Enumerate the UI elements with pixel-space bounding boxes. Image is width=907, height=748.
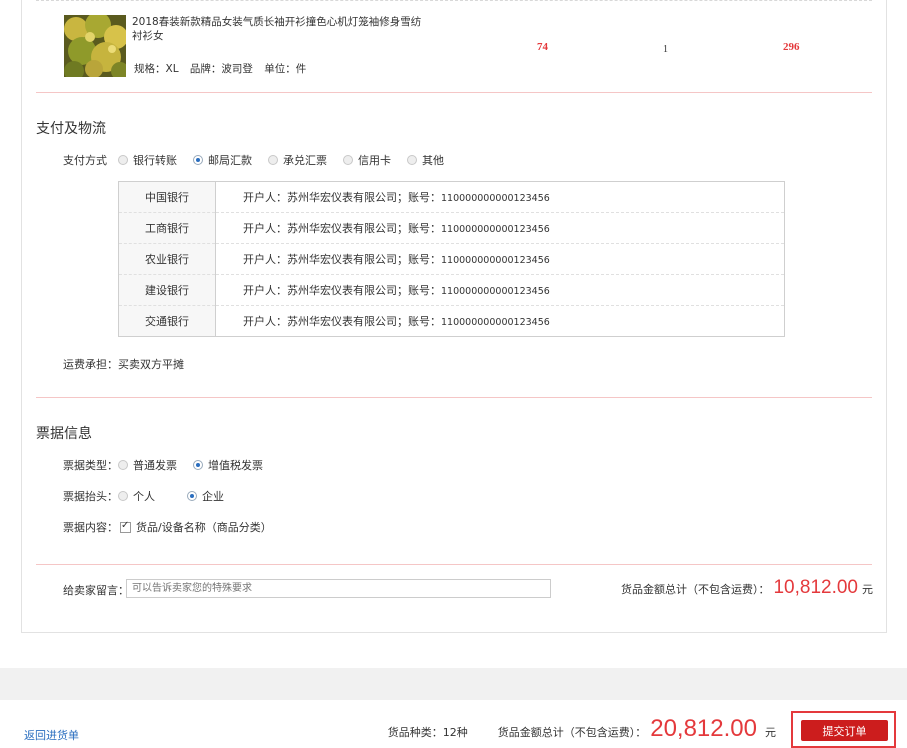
payment-option-other[interactable]: 其他 xyxy=(407,152,444,168)
submit-button-highlight: 提交订单 xyxy=(791,711,896,748)
order-total: 货品金额总计（不包含运费）： 10,812.00 元 xyxy=(621,577,873,599)
invoice-type-vat[interactable]: 增值税发票 xyxy=(193,457,263,473)
product-brand: 品牌：波司登 xyxy=(189,63,253,75)
section-divider xyxy=(36,397,872,398)
section-divider xyxy=(36,92,872,93)
payment-option-label: 信用卡 xyxy=(358,154,391,167)
goods-kinds-count: 货品种类：12种 xyxy=(387,726,468,739)
invoice-type-option-label: 增值税发票 xyxy=(208,459,263,472)
footer-band xyxy=(0,668,907,700)
bank-account: 110000000000123456 xyxy=(441,193,550,204)
submit-order-button[interactable]: 提交订单 xyxy=(801,720,888,741)
invoice-header-company[interactable]: 企业 xyxy=(187,488,224,504)
payment-option-label: 银行转账 xyxy=(133,154,177,167)
order-total-amount: 10,812.00 xyxy=(773,577,858,598)
bank-account: 110000000000123456 xyxy=(441,286,550,297)
radio-checked-icon[interactable] xyxy=(187,491,197,501)
table-row: 农业银行 开户人：苏州华宏仪表有限公司；账号：11000000000012345… xyxy=(118,243,785,275)
product-subtotal: 296 xyxy=(783,41,800,53)
product-unit: 单位：件 xyxy=(264,63,307,75)
back-to-cart-link[interactable]: 返回进货单 xyxy=(24,727,79,743)
radio-icon[interactable] xyxy=(407,155,417,165)
top-divider xyxy=(36,0,872,1)
bank-holder: 开户人：苏州华宏仪表有限公司；账号： xyxy=(243,315,441,328)
bank-info: 开户人：苏州华宏仪表有限公司；账号：110000000000123456 xyxy=(215,181,785,213)
invoice-type-group: 普通发票 增值税发票 xyxy=(118,457,279,473)
grand-total-currency: 元 xyxy=(765,726,776,739)
invoice-content-goods[interactable]: 货品/设备名称（商品分类） xyxy=(120,519,272,535)
invoice-content-label: 票据内容： xyxy=(63,521,118,534)
invoice-section-title: 票据信息 xyxy=(36,426,92,442)
bank-holder: 开户人：苏州华宏仪表有限公司；账号： xyxy=(243,222,441,235)
bank-holder: 开户人：苏州华宏仪表有限公司；账号： xyxy=(243,284,441,297)
remark-input[interactable] xyxy=(126,579,551,598)
invoice-type-label: 票据类型： xyxy=(63,459,118,472)
table-row: 中国银行 开户人：苏州华宏仪表有限公司；账号：11000000000012345… xyxy=(118,181,785,213)
bank-info: 开户人：苏州华宏仪表有限公司；账号：110000000000123456 xyxy=(216,306,785,337)
footer-summary: 货品种类：12种 货品金额总计（不包含运费）： 20,812.00 元 xyxy=(388,715,776,743)
radio-checked-icon[interactable] xyxy=(193,460,203,470)
bank-info: 开户人：苏州华宏仪表有限公司；账号：110000000000123456 xyxy=(215,243,785,275)
bank-account: 110000000000123456 xyxy=(441,224,550,235)
bank-name: 中国银行 xyxy=(118,181,216,213)
grand-total-amount: 20,812.00 xyxy=(650,715,757,742)
order-total-currency: 元 xyxy=(862,583,873,596)
remark-label: 给卖家留言： xyxy=(63,584,129,597)
payment-option-credit-card[interactable]: 信用卡 xyxy=(343,152,391,168)
table-row: 工商银行 开户人：苏州华宏仪表有限公司；账号：11000000000012345… xyxy=(118,212,785,244)
invoice-header-option-label: 个人 xyxy=(133,490,155,503)
bank-holder: 开户人：苏州华宏仪表有限公司；账号： xyxy=(243,253,441,266)
product-specs: 规格：XL 品牌：波司登 单位：件 xyxy=(134,61,314,76)
product-spec: 规格：XL xyxy=(134,63,179,75)
invoice-type-normal[interactable]: 普通发票 xyxy=(118,457,177,473)
invoice-type-option-label: 普通发票 xyxy=(133,459,177,472)
bank-holder: 开户人：苏州华宏仪表有限公司；账号： xyxy=(243,191,441,204)
payment-option-acceptance[interactable]: 承兑汇票 xyxy=(268,152,327,168)
bank-info: 开户人：苏州华宏仪表有限公司；账号：110000000000123456 xyxy=(215,274,785,306)
bank-account-table: 中国银行 开户人：苏州华宏仪表有限公司；账号：11000000000012345… xyxy=(118,181,785,337)
invoice-content-group: 货品/设备名称（商品分类） xyxy=(120,519,288,535)
checkbox-checked-icon[interactable] xyxy=(120,520,131,533)
payment-option-postal[interactable]: 邮局汇款 xyxy=(193,152,252,168)
payment-option-label: 承兑汇票 xyxy=(283,154,327,167)
bank-name: 农业银行 xyxy=(118,243,216,275)
payment-option-bank-transfer[interactable]: 银行转账 xyxy=(118,152,177,168)
radio-checked-icon[interactable] xyxy=(193,155,203,165)
table-row: 交通银行 开户人：苏州华宏仪表有限公司；账号：11000000000012345… xyxy=(118,305,785,337)
radio-icon[interactable] xyxy=(268,155,278,165)
product-name[interactable]: 2018春装新款精品女装气质长袖开衫撞色心机灯笼袖修身雪纺衬衫女 xyxy=(132,15,422,43)
payment-option-label: 其他 xyxy=(422,154,444,167)
section-divider xyxy=(36,564,872,565)
payment-method-label: 支付方式 xyxy=(63,154,107,167)
payment-option-label: 邮局汇款 xyxy=(208,154,252,167)
radio-icon[interactable] xyxy=(118,155,128,165)
order-total-label: 货品金额总计（不包含运费）： xyxy=(620,583,770,596)
invoice-header-option-label: 企业 xyxy=(202,490,224,503)
radio-icon[interactable] xyxy=(118,460,128,470)
invoice-header-personal[interactable]: 个人 xyxy=(118,488,155,504)
grand-total-label: 货品金额总计（不包含运费）： xyxy=(497,726,647,739)
radio-icon[interactable] xyxy=(343,155,353,165)
invoice-content-option-label: 货品/设备名称（商品分类） xyxy=(136,521,272,534)
bank-name: 交通银行 xyxy=(118,305,216,337)
payment-method-group: 银行转账 邮局汇款 承兑汇票 信用卡 其他 xyxy=(118,152,460,168)
table-row: 建设银行 开户人：苏州华宏仪表有限公司；账号：11000000000012345… xyxy=(118,274,785,306)
bank-name: 工商银行 xyxy=(118,212,216,244)
freight-note: 运费承担：买卖双方平摊 xyxy=(63,358,184,371)
bank-account: 110000000000123456 xyxy=(441,317,550,328)
product-thumbnail[interactable] xyxy=(64,15,126,77)
product-quantity: 1 xyxy=(663,44,668,55)
payment-section-title: 支付及物流 xyxy=(36,121,106,137)
invoice-header-label: 票据抬头： xyxy=(63,490,118,503)
bank-account: 110000000000123456 xyxy=(441,255,550,266)
bank-name: 建设银行 xyxy=(118,274,216,306)
invoice-header-group: 个人 企业 xyxy=(118,488,240,504)
bank-info: 开户人：苏州华宏仪表有限公司；账号：110000000000123456 xyxy=(215,212,785,244)
radio-icon[interactable] xyxy=(118,491,128,501)
product-price: 74 xyxy=(537,41,548,53)
order-panel: 2018春装新款精品女装气质长袖开衫撞色心机灯笼袖修身雪纺衬衫女 规格：XL 品… xyxy=(21,0,887,633)
